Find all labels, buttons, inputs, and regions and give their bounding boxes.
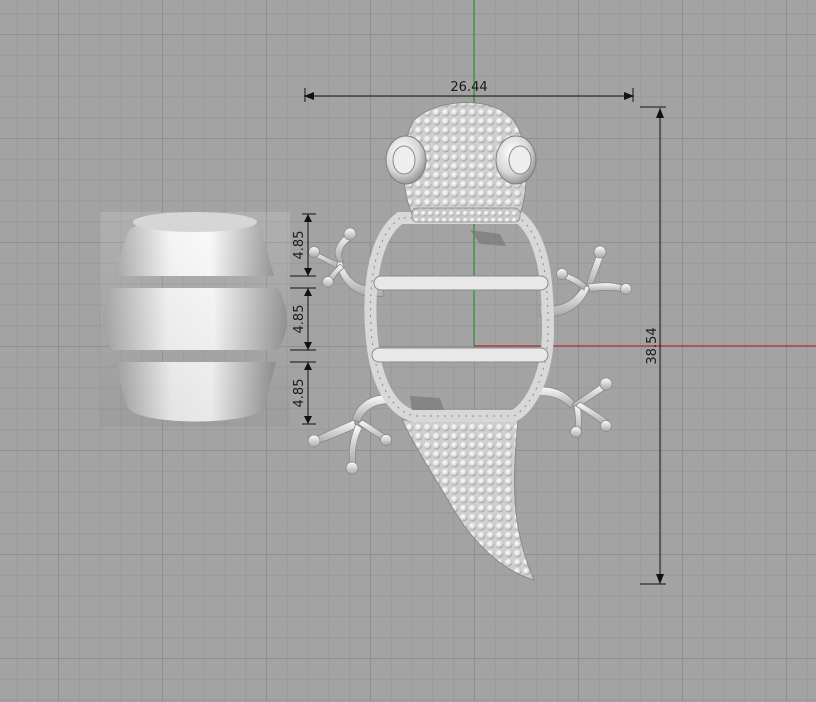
3d-viewport[interactable]: 26.44 38.54 4.85 4.85 4.85 (0, 0, 816, 702)
dimension-ring-bottom[interactable]: 4.85 (290, 361, 316, 425)
scene: 26.44 38.54 4.85 4.85 4.85 (100, 0, 816, 585)
gecko-tail (401, 419, 535, 581)
barrel-rings[interactable] (100, 212, 290, 426)
gecko-model[interactable] (307, 102, 632, 581)
gecko-back-right-leg (531, 377, 613, 438)
dimension-width[interactable]: 26.44 (304, 80, 634, 102)
dimension-width-label: 26.44 (450, 80, 487, 95)
gecko-body-frame (364, 212, 555, 422)
dimension-height-label: 38.54 (645, 327, 660, 364)
dimension-ring-middle-label: 4.85 (292, 305, 307, 334)
dimension-ring-middle[interactable]: 4.85 (290, 287, 316, 351)
gecko-front-right-leg (539, 245, 632, 318)
gecko-back-left-leg (307, 394, 395, 475)
dimension-ring-bottom-label: 4.85 (292, 379, 307, 408)
dimension-ring-top-label: 4.85 (292, 231, 307, 260)
dimension-ring-top[interactable]: 4.85 (290, 213, 316, 277)
gecko-head (385, 102, 537, 223)
